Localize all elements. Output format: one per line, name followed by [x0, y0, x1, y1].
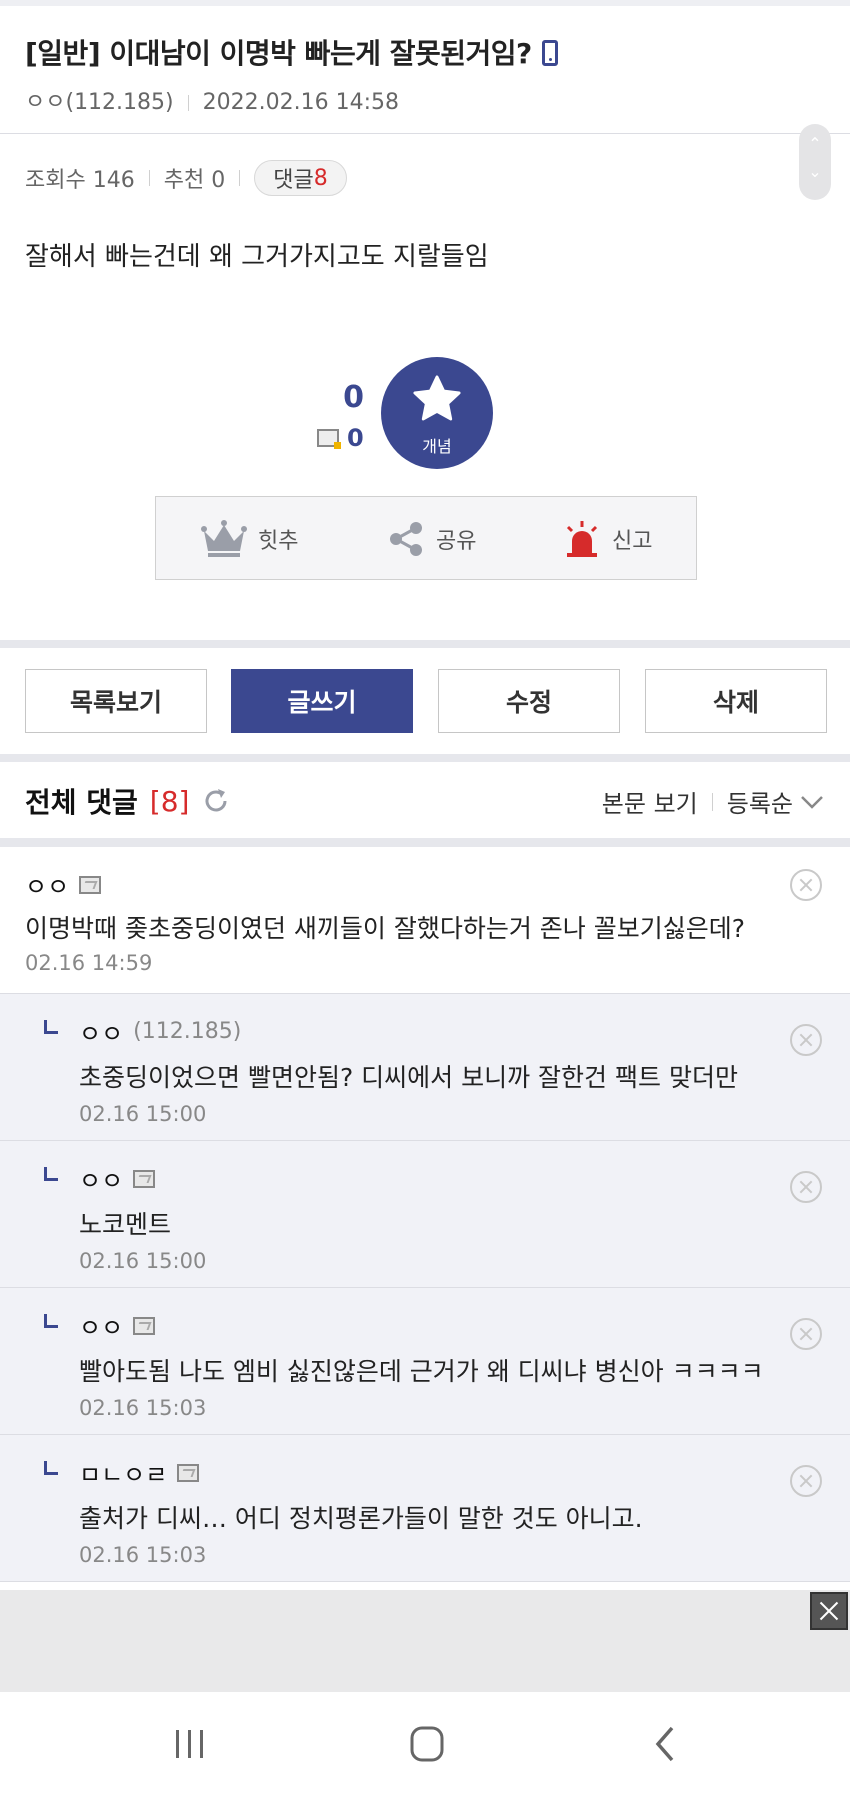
comment-text: 이명박때 좆초중딩이였던 새끼들이 잘했다하는거 존나 꼴보기싫은데?: [25, 914, 746, 943]
post-title-text: [일반] 이대남이 이명박 빠는게 잘못된거임?: [25, 37, 532, 70]
comments-count: [8]: [149, 784, 190, 818]
nick-icon: [79, 875, 102, 894]
comment-author-name: ㅇㅇ: [79, 1167, 124, 1195]
comment-date: 02.16 14:59: [25, 951, 153, 975]
divider: [187, 95, 189, 111]
nick-icon: [133, 1169, 156, 1188]
comment-author-name: ㅇㅇ: [79, 1020, 124, 1048]
comment-date: 02.16 15:03: [79, 1543, 207, 1567]
comment-author[interactable]: ㅇㅇ: [79, 1161, 156, 1196]
comment-author[interactable]: ㅇㅇ: [25, 867, 102, 902]
delete-comment-icon[interactable]: [790, 869, 822, 901]
comment-date: 02.16 15:03: [79, 1396, 207, 1420]
ad-close-icon[interactable]: [810, 1592, 848, 1630]
hitchu-button[interactable]: 힛추: [200, 497, 298, 581]
system-nav-bar: [0, 1692, 850, 1795]
delete-comment-icon[interactable]: [790, 1024, 822, 1056]
comments-title: 전체 댓글: [25, 786, 138, 819]
reply-arrow-icon: [44, 1167, 58, 1181]
comment-date: 02.16 15:00: [79, 1249, 207, 1273]
reply-arrow-icon: [44, 1020, 58, 1034]
chevron-down-icon[interactable]: ⌄: [799, 162, 831, 181]
share-label: 공유: [436, 529, 477, 554]
comment-text: 초중딩이었으면 빨면안됨? 디씨에서 보니까 잘한건 팩트 맞더만: [79, 1063, 738, 1092]
delete-comment-icon[interactable]: [790, 1318, 822, 1350]
comment-badge-count: 8: [313, 165, 328, 191]
post-date: 2022.02.16 14:58: [202, 90, 399, 115]
chevron-up-icon[interactable]: ⌃: [799, 134, 831, 153]
refresh-icon[interactable]: [201, 786, 231, 816]
fixed-recommend-number: 0: [347, 424, 364, 452]
section-divider: [0, 838, 850, 847]
crown-icon: [201, 520, 247, 557]
report-button[interactable]: 신고: [562, 497, 652, 581]
comment-author-name: ㅇㅇ: [25, 873, 70, 901]
fixed-recommend: 0: [317, 424, 364, 452]
delete-comment-icon[interactable]: [790, 1171, 822, 1203]
post-meta: ㅇㅇ(112.185) 2022.02.16 14:58: [25, 84, 399, 116]
comment-item: ㅇㅇ 이명박때 좆초중딩이였던 새끼들이 잘했다하는거 존나 꼴보기싫은데? 0…: [0, 847, 850, 994]
comment-author[interactable]: ㅁㄴㅇㄹ: [79, 1455, 200, 1490]
comment-date: 02.16 15:00: [79, 1102, 207, 1126]
reply-arrow-icon: [44, 1461, 58, 1475]
post-action-box: 힛추 공유 신고: [155, 496, 697, 580]
sort-dropdown[interactable]: 등록순: [727, 784, 793, 819]
star-icon: [413, 375, 461, 421]
post-title: [일반] 이대남이 이명박 빠는게 잘못된거임?: [25, 32, 558, 72]
divider: [239, 170, 241, 186]
hitchu-label: 힛추: [258, 529, 299, 554]
reply-item: ㅇㅇ 빨아도됨 나도 엠비 싫진않은데 근거가 왜 디씨냐 병신아 ㅋㅋㅋㅋ 0…: [0, 1288, 850, 1435]
reply-item: ㅇㅇ (112.185) 초중딩이었으면 빨면안됨? 디씨에서 보니까 잘한건 팩…: [0, 994, 850, 1141]
comment-ip: (112.185): [133, 1019, 242, 1044]
share-button[interactable]: 공유: [386, 497, 476, 581]
comment-author[interactable]: ㅇㅇ (112.185): [79, 1014, 241, 1049]
star-label: 개념: [422, 437, 452, 456]
home-icon[interactable]: [397, 1722, 457, 1766]
reply-arrow-icon: [44, 1314, 58, 1328]
view-body-link[interactable]: 본문 보기: [602, 784, 698, 819]
reply-item: ㅁㄴㅇㄹ 출처가 디씨… 어디 정치평론가들이 말한 것도 아니고. 02.16…: [0, 1435, 850, 1582]
post-author[interactable]: ㅇㅇ(112.185): [25, 90, 174, 115]
mobile-icon: [541, 40, 558, 66]
comment-text: 빨아도됨 나도 엠비 싫진않은데 근거가 왜 디씨냐 병신아 ㅋㅋㅋㅋ: [79, 1357, 764, 1386]
comment-text: 노코멘트: [79, 1210, 172, 1239]
recommend-star-button[interactable]: 개념: [381, 357, 493, 469]
post-stats: 조회수 146 추천 0 댓글 8: [25, 160, 347, 196]
comment-badge-label: 댓글: [273, 168, 314, 193]
comment-author-name: ㅁㄴㅇㄹ: [79, 1461, 168, 1489]
fixed-nick-icon: [317, 429, 341, 449]
siren-icon: [566, 521, 598, 557]
ad-banner[interactable]: [0, 1590, 850, 1692]
comments-header: 전체 댓글 [8]: [25, 781, 231, 821]
post-body: 잘해서 빠는건데 왜 그거가지고도 지랄들임: [25, 242, 489, 272]
view-count: 조회수 146: [25, 168, 135, 193]
recent-apps-icon[interactable]: [160, 1722, 220, 1766]
comment-author-name: ㅇㅇ: [79, 1314, 124, 1342]
section-divider: [0, 640, 850, 648]
nick-icon: [177, 1463, 200, 1482]
divider: [148, 170, 150, 186]
scroll-up-down-button[interactable]: ⌃ ⌄: [799, 124, 831, 200]
list-button[interactable]: 목록보기: [25, 669, 207, 733]
section-divider: [0, 754, 850, 762]
comment-count-badge[interactable]: 댓글 8: [254, 160, 347, 196]
delete-button[interactable]: 삭제: [645, 669, 827, 733]
post-header: [일반] 이대남이 이명박 빠는게 잘못된거임? ㅇㅇ(112.185) 2022…: [0, 6, 850, 134]
back-icon[interactable]: [636, 1722, 696, 1766]
comment-text: 출처가 디씨… 어디 정치평론가들이 말한 것도 아니고.: [79, 1504, 643, 1533]
write-button[interactable]: 글쓰기: [231, 669, 413, 733]
recommend-number: 0: [343, 380, 364, 415]
chevron-down-icon[interactable]: [799, 792, 825, 812]
comment-options: 본문 보기 등록순: [602, 784, 825, 819]
comment-author[interactable]: ㅇㅇ: [79, 1308, 156, 1343]
edit-button[interactable]: 수정: [438, 669, 620, 733]
nick-icon: [133, 1316, 156, 1335]
share-icon: [390, 522, 422, 556]
delete-comment-icon[interactable]: [790, 1465, 822, 1497]
divider: [711, 792, 713, 811]
recommend-count: 추천 0: [163, 168, 226, 193]
reply-item: ㅇㅇ 노코멘트 02.16 15:00: [0, 1141, 850, 1288]
report-label: 신고: [612, 529, 653, 554]
